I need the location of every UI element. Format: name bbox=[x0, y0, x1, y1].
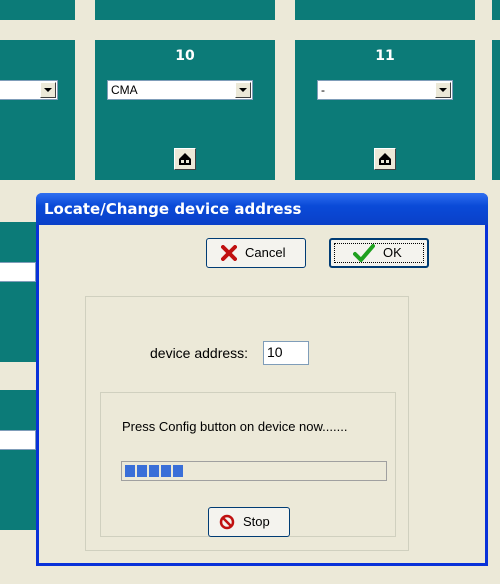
cancel-button[interactable]: Cancel bbox=[206, 238, 306, 268]
panel-top-b bbox=[95, 0, 275, 20]
panel-12 bbox=[492, 40, 500, 180]
combo-value: CMA bbox=[111, 83, 138, 97]
address-groupbox: device address: 10 Press Config button o… bbox=[85, 296, 409, 551]
panel-title: 10 bbox=[175, 48, 195, 64]
combo-value: - bbox=[321, 83, 325, 97]
cancel-x-icon bbox=[221, 245, 237, 261]
ok-button[interactable]: OK bbox=[329, 238, 429, 268]
stop-label: Stop bbox=[243, 514, 270, 529]
progress-bar bbox=[121, 461, 387, 481]
house-icon bbox=[179, 153, 191, 165]
ok-checkmark-icon bbox=[353, 244, 375, 262]
locate-button[interactable] bbox=[174, 148, 196, 170]
progress-block bbox=[125, 465, 135, 477]
panel-top-a bbox=[0, 0, 75, 20]
progress-fill bbox=[125, 465, 183, 477]
dropdown-arrow-icon[interactable] bbox=[235, 82, 251, 98]
dropdown-arrow-icon[interactable] bbox=[435, 82, 451, 98]
progress-block bbox=[137, 465, 147, 477]
locate-dialog: Locate/Change device address Cancel OK d… bbox=[36, 193, 488, 566]
panel-top-d bbox=[492, 0, 500, 20]
progress-block bbox=[173, 465, 183, 477]
panel-9 bbox=[0, 40, 75, 180]
address-label: device address: bbox=[150, 345, 249, 361]
config-groupbox: Press Config button on device now.......… bbox=[100, 392, 396, 537]
panel-10: 10 CMA bbox=[95, 40, 275, 180]
panel-lower-2 bbox=[0, 390, 36, 530]
config-message: Press Config button on device now....... bbox=[122, 419, 348, 434]
address-value: 10 bbox=[267, 344, 283, 360]
device-address-field[interactable]: 10 bbox=[263, 341, 309, 365]
dialog-title: Locate/Change device address bbox=[44, 200, 302, 218]
locate-button[interactable] bbox=[374, 148, 396, 170]
panel-lower-1 bbox=[0, 222, 36, 362]
dialog-titlebar[interactable]: Locate/Change device address bbox=[36, 193, 488, 225]
progress-block bbox=[149, 465, 159, 477]
dropdown-arrow-icon[interactable] bbox=[40, 82, 56, 98]
combo-partial[interactable] bbox=[0, 430, 36, 450]
progress-block bbox=[161, 465, 171, 477]
stop-icon bbox=[219, 514, 235, 530]
house-icon bbox=[379, 153, 391, 165]
combo-9[interactable] bbox=[0, 80, 58, 100]
cancel-label: Cancel bbox=[245, 245, 286, 260]
combo-10[interactable]: CMA bbox=[107, 80, 253, 100]
stop-button[interactable]: Stop bbox=[208, 507, 290, 537]
combo-partial[interactable] bbox=[0, 262, 36, 282]
ok-label: OK bbox=[383, 245, 402, 260]
combo-11[interactable]: - bbox=[317, 80, 453, 100]
panel-top-c bbox=[295, 0, 475, 20]
panel-11: 11 - bbox=[295, 40, 475, 180]
panel-title: 11 bbox=[375, 48, 395, 64]
